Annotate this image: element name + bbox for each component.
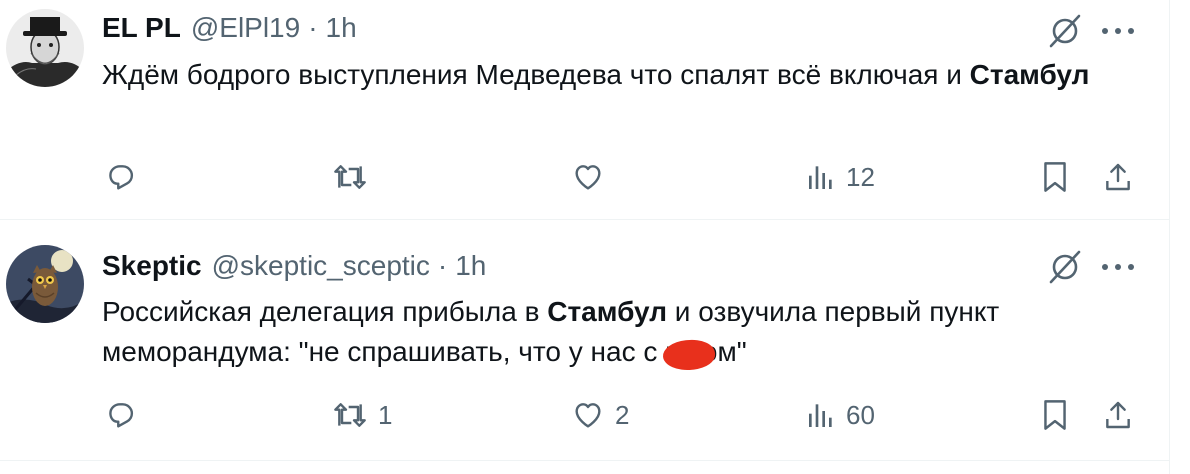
timeline-border <box>1169 0 1170 474</box>
like-icon <box>575 403 601 428</box>
like-count: 2 <box>615 399 630 430</box>
tweet-text: Российская делегация прибыла в Стамбул и… <box>102 292 1152 373</box>
like-button[interactable]: 2 <box>571 395 629 435</box>
avatar[interactable] <box>6 245 84 323</box>
grok-icon[interactable] <box>1046 248 1084 286</box>
more-icon[interactable] <box>1100 248 1136 286</box>
share-button[interactable] <box>1102 395 1134 435</box>
display-name[interactable]: Skeptic <box>102 250 202 282</box>
views-count: 12 <box>846 161 875 192</box>
repost-icon <box>334 403 366 427</box>
avatar[interactable] <box>6 9 84 87</box>
user-handle[interactable]: @skeptic_sceptic <box>212 250 430 282</box>
share-icon <box>1106 401 1130 429</box>
tweet-text-bold: Стамбул <box>547 296 668 327</box>
timestamp[interactable]: 1h <box>455 250 486 282</box>
tweet-text-part: Российская делегация прибыла в <box>102 296 548 327</box>
tweet-text-part: Ждём бодрого выступления Медведева что с… <box>102 59 962 90</box>
redacted-text: ы <box>661 336 717 373</box>
views-icon <box>809 404 832 427</box>
bookmark-button[interactable] <box>1040 395 1070 435</box>
more-icon[interactable] <box>1100 12 1136 50</box>
tweet-text-bold: Стамбул <box>969 59 1090 90</box>
tweet[interactable]: EL PL @ElPl19 · 1h Ждём бодрого выступле… <box>0 0 1170 219</box>
user-handle[interactable]: @ElPl19 <box>191 12 300 44</box>
reply-icon <box>109 403 134 428</box>
tweet[interactable]: Skeptic @skeptic_sceptic · 1h Российская… <box>0 220 1170 460</box>
repost-icon <box>334 165 366 189</box>
divider <box>0 460 1170 461</box>
like-icon <box>575 165 601 190</box>
views-button[interactable]: 12 <box>806 157 875 197</box>
display-name[interactable]: EL PL <box>102 12 181 44</box>
reply-icon <box>109 165 134 190</box>
repost-button[interactable]: 1 <box>332 395 392 435</box>
share-button[interactable] <box>1102 157 1134 197</box>
bookmark-icon <box>1044 400 1066 430</box>
separator-dot: · <box>437 250 448 281</box>
bookmark-button[interactable] <box>1040 157 1070 197</box>
grok-icon[interactable] <box>1046 12 1084 50</box>
tweet-header: EL PL @ElPl19 · 1h <box>102 8 357 48</box>
tweet-text: Ждём бодрого выступления Медведева что с… <box>102 55 1152 95</box>
views-button[interactable]: 60 <box>806 395 875 435</box>
views-icon <box>809 166 832 189</box>
views-count: 60 <box>846 399 875 430</box>
timestamp[interactable]: 1h <box>326 12 357 44</box>
repost-button[interactable] <box>332 157 378 197</box>
tweet-header: Skeptic @skeptic_sceptic · 1h <box>102 246 486 286</box>
share-icon <box>1106 163 1130 191</box>
bookmark-icon <box>1044 162 1066 192</box>
separator-dot: · <box>308 12 318 43</box>
reply-button[interactable] <box>104 157 146 197</box>
repost-count: 1 <box>378 399 393 430</box>
like-button[interactable] <box>571 157 615 197</box>
reply-button[interactable] <box>104 395 146 435</box>
